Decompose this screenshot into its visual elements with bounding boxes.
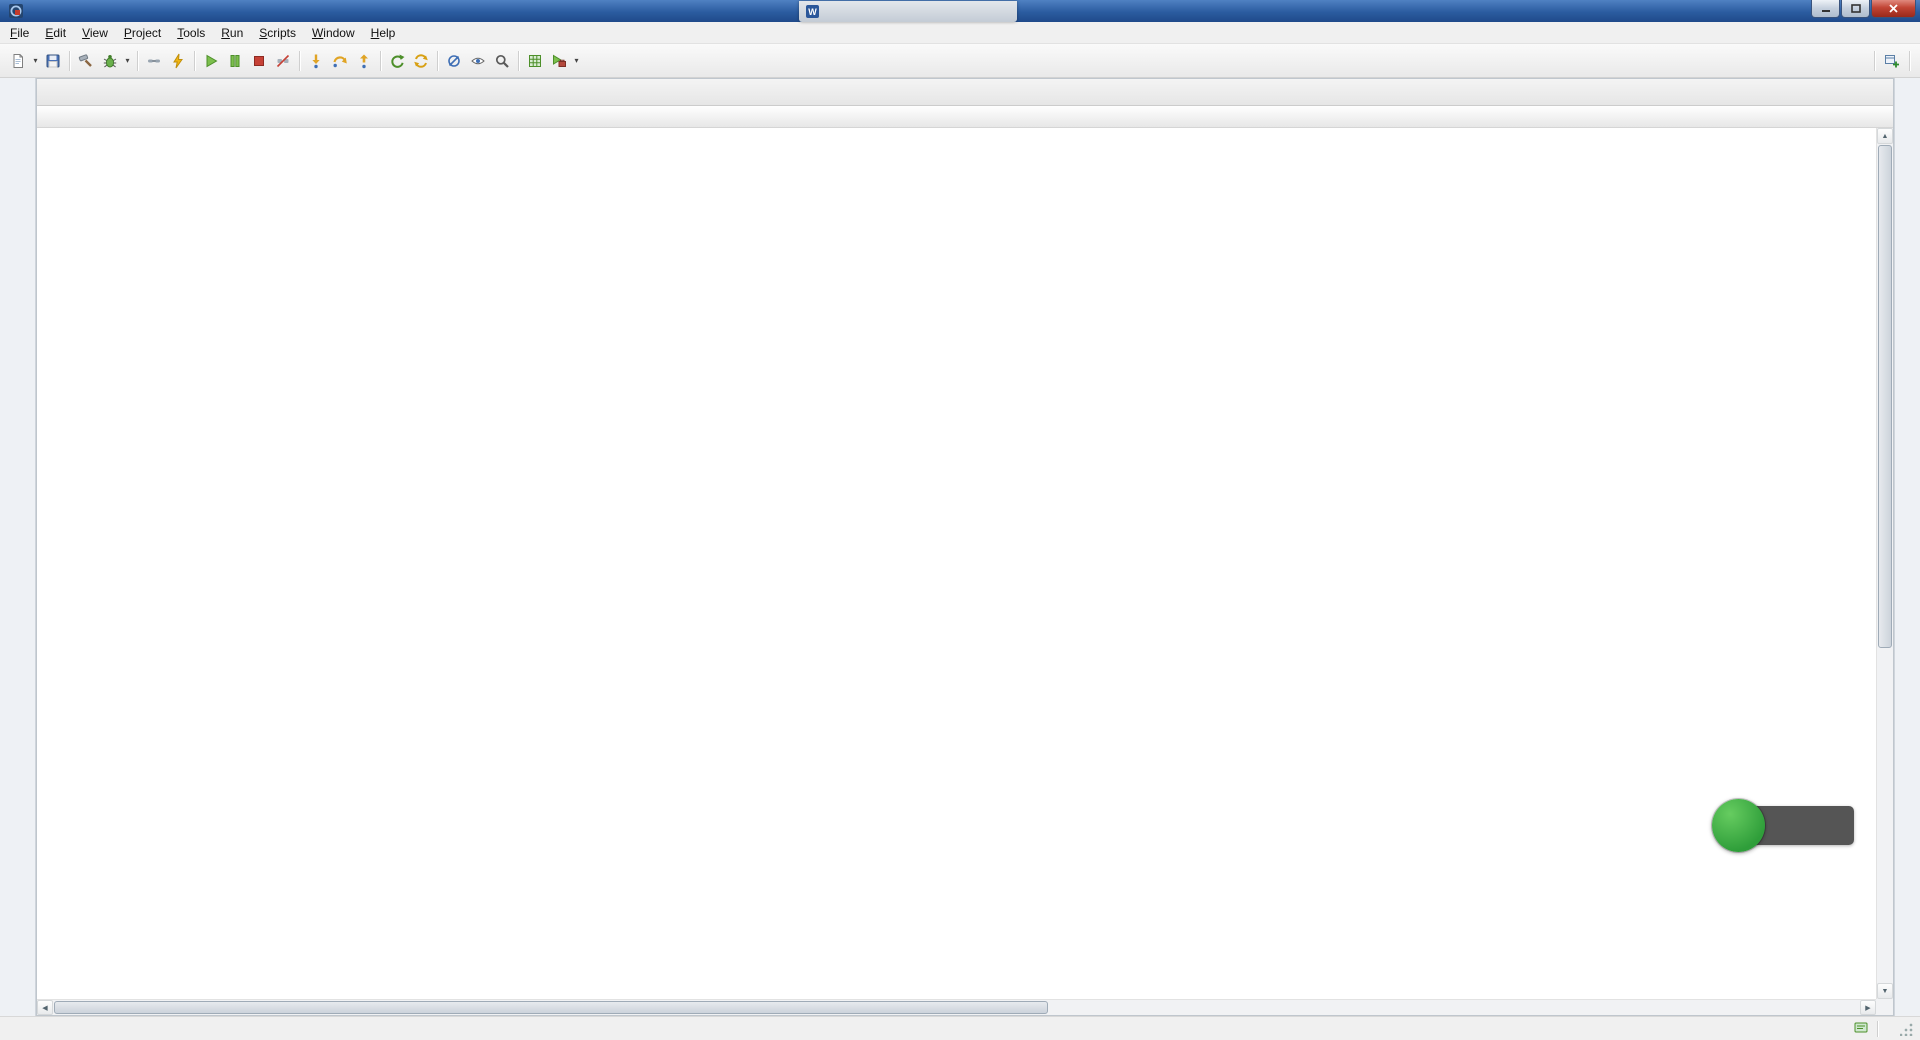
separator	[1877, 1020, 1878, 1037]
download-speed-overlay[interactable]	[1712, 799, 1862, 852]
menu-window[interactable]: Window	[304, 23, 363, 43]
menu-view[interactable]: View	[74, 23, 116, 43]
right-view-rail	[1894, 78, 1920, 1016]
workspace: ▲ ▼ ◀ ▶	[0, 78, 1920, 1016]
menu-bar: File Edit View Project Tools Run Scripts Window…	[0, 22, 1920, 44]
vertical-scrollbar[interactable]: ▲ ▼	[1876, 128, 1893, 999]
main-toolbar-icons: ▾ ▾ ▾	[6, 49, 582, 73]
step-over-icon[interactable]	[328, 49, 352, 73]
restart-icon[interactable]	[385, 49, 409, 73]
open-perspective-icon[interactable]	[1879, 49, 1905, 73]
view-toolbar	[1889, 102, 1893, 105]
window-controls	[1810, 0, 1916, 18]
refresh-cpu-icon[interactable]	[409, 49, 433, 73]
upload-speed-line	[1841, 819, 1844, 832]
minimize-button[interactable]	[1811, 0, 1840, 18]
external-tools-menu-icon[interactable]: ▾	[571, 49, 582, 73]
menu-edit[interactable]: Edit	[37, 23, 74, 43]
horizontal-scrollbar[interactable]: ◀ ▶	[37, 999, 1876, 1015]
step-return-icon[interactable]	[352, 49, 376, 73]
scroll-up-icon[interactable]: ▲	[1877, 128, 1893, 144]
scroll-right-icon[interactable]: ▶	[1860, 1000, 1876, 1015]
registers-window-icon[interactable]	[523, 49, 547, 73]
word-icon: W	[806, 5, 819, 18]
title-bar[interactable]: W	[0, 0, 1920, 22]
progress-circle[interactable]	[1712, 799, 1765, 852]
debug-menu-icon[interactable]: ▾	[122, 49, 133, 73]
separator	[299, 50, 300, 71]
menu-help[interactable]: Help	[363, 23, 404, 43]
table-body: ▲ ▼	[37, 128, 1893, 999]
skip-all-breakpoints-icon[interactable]	[442, 49, 466, 73]
maximize-button[interactable]	[1841, 0, 1870, 18]
menu-file[interactable]: File	[2, 23, 37, 43]
app-icon	[8, 3, 24, 19]
suspend-icon[interactable]	[223, 49, 247, 73]
watch-window-icon[interactable]	[466, 49, 490, 73]
separator	[518, 50, 519, 71]
new-file-icon[interactable]	[6, 49, 30, 73]
connect-target-icon[interactable]	[142, 49, 166, 73]
menu-project[interactable]: Project	[116, 23, 169, 43]
close-button[interactable]	[1871, 0, 1916, 18]
separator	[380, 50, 381, 71]
horizontal-scroll-track[interactable]	[53, 1000, 1860, 1015]
separator	[69, 50, 70, 71]
menu-scripts[interactable]: Scripts	[251, 23, 304, 43]
separator	[1874, 50, 1875, 71]
status-bar	[0, 1016, 1920, 1040]
scroll-down-icon[interactable]: ▼	[1877, 983, 1893, 999]
separator	[137, 50, 138, 71]
background-window-titlebar: W	[799, 1, 1017, 22]
build-icon[interactable]	[74, 49, 98, 73]
scroll-left-icon[interactable]: ◀	[37, 1000, 53, 1015]
horizontal-scroll-thumb[interactable]	[54, 1001, 1048, 1014]
quick-access[interactable]	[1846, 59, 1862, 63]
menu-run[interactable]: Run	[213, 23, 251, 43]
ccs-window: W File Edit View Project Tools Run Scripts Wind…	[0, 0, 1920, 1040]
save-icon[interactable]	[41, 49, 65, 73]
step-into-icon[interactable]	[304, 49, 328, 73]
menu-tools[interactable]: Tools	[169, 23, 213, 43]
resume-icon[interactable]	[199, 49, 223, 73]
flash-program-icon[interactable]	[166, 49, 190, 73]
main-toolbar: ▾ ▾ ▾	[0, 44, 1920, 78]
expressions-tree	[37, 128, 1876, 999]
search-icon[interactable]	[490, 49, 514, 73]
vertical-scroll-thumb[interactable]	[1878, 145, 1892, 649]
resize-grip[interactable]	[1900, 1021, 1914, 1036]
scrollbar-corner	[1876, 999, 1893, 1015]
expressions-table: ▲ ▼ ◀ ▶	[37, 106, 1893, 1015]
disconnect-icon[interactable]	[271, 49, 295, 73]
terminate-icon[interactable]	[247, 49, 271, 73]
debug-icon[interactable]	[98, 49, 122, 73]
license-status-icon	[1853, 1019, 1869, 1038]
new-file-menu-icon[interactable]: ▾	[30, 49, 41, 73]
table-header	[37, 106, 1893, 128]
separator	[1909, 50, 1910, 71]
external-tools-icon[interactable]	[547, 49, 571, 73]
separator	[437, 50, 438, 71]
left-view-rail	[0, 78, 36, 1016]
vertical-scroll-track[interactable]	[1877, 144, 1893, 983]
view-tab-bar	[37, 79, 1893, 106]
separator	[194, 50, 195, 71]
expressions-panel: ▲ ▼ ◀ ▶	[36, 78, 1894, 1016]
